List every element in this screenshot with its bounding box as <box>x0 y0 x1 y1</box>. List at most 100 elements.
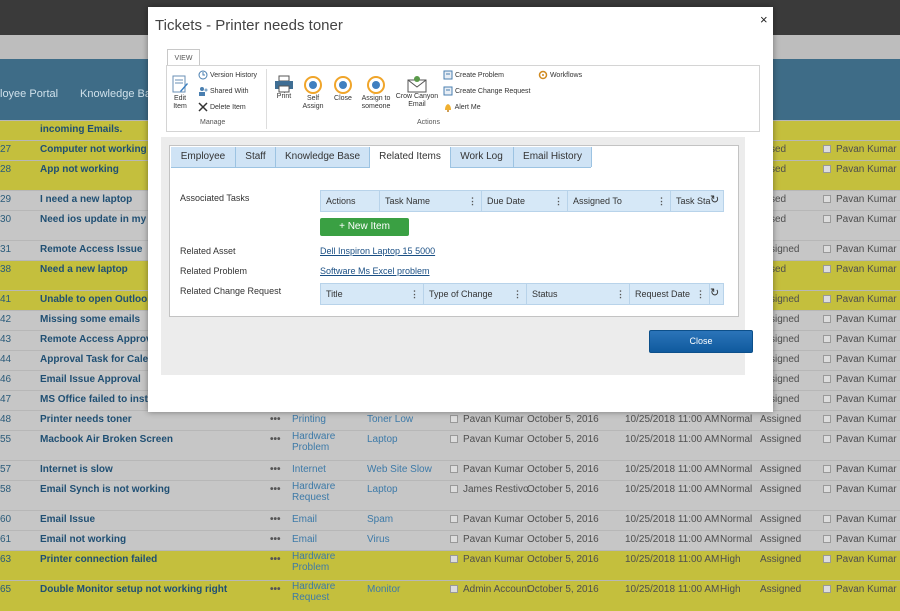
row-menu-icon[interactable]: ••• <box>270 414 281 425</box>
col-due-date[interactable]: Due Date ⋮ <box>482 191 568 211</box>
column-menu-icon[interactable]: ⋮ <box>513 284 522 304</box>
ticket-subcategory[interactable]: Laptop <box>367 434 398 445</box>
refresh-icon[interactable]: ↻ <box>710 286 719 299</box>
column-menu-icon[interactable]: ⋮ <box>554 191 563 211</box>
edit-item-button[interactable]: Edit Item <box>168 75 192 111</box>
ticket-title-link[interactable]: Macbook Air Broken Screen <box>40 434 173 445</box>
row-menu-icon[interactable]: ••• <box>270 434 281 445</box>
ticket-title-link[interactable]: I need a new laptop <box>40 194 132 205</box>
ticket-category[interactable]: Hardware Problem <box>292 551 342 573</box>
ticket-title-link[interactable]: Email Synch is not working <box>40 484 170 495</box>
new-item-button[interactable]: + New Item <box>320 218 409 236</box>
assign-to-someone-button[interactable]: Assign to someone <box>358 75 394 111</box>
tab-email-history[interactable]: Email History <box>514 147 592 167</box>
ticket-category[interactable]: Email <box>292 514 317 525</box>
column-menu-icon[interactable]: ⋮ <box>410 284 419 304</box>
ticket-row[interactable]: 58 Email Synch is not working ••• Hardware … <box>0 480 900 511</box>
create-problem-button[interactable]: Create Problem <box>443 70 504 80</box>
version-history-button[interactable]: Version History <box>198 70 257 80</box>
ticket-title-link[interactable]: Email Issue Approval <box>40 374 141 385</box>
row-menu-icon[interactable]: ••• <box>270 484 281 495</box>
ticket-title-link[interactable]: Email Issue <box>40 514 95 525</box>
row-menu-icon[interactable]: ••• <box>270 554 281 565</box>
workflows-button[interactable]: Workflows <box>538 70 582 80</box>
ticket-title-link[interactable]: Need a new laptop <box>40 264 128 275</box>
ticket-priority: Normal <box>720 464 753 475</box>
refresh-icon[interactable]: ↻ <box>710 193 719 206</box>
ticket-title-link[interactable]: Printer needs toner <box>40 414 132 425</box>
related-asset-link[interactable]: Dell Inspiron Laptop 15 5000 <box>320 246 435 256</box>
col-actions[interactable]: Actions <box>321 191 380 211</box>
shared-with-button[interactable]: Shared With <box>198 86 248 96</box>
ticket-row[interactable]: 63 Printer connection failed ••• Hardware P… <box>0 550 900 581</box>
ticket-title-link[interactable]: Email not working <box>40 534 126 545</box>
row-menu-icon[interactable]: ••• <box>270 584 281 595</box>
ticket-subcategory[interactable]: Virus <box>367 534 390 545</box>
ticket-owner: Pavan Kumar <box>823 264 897 275</box>
ticket-category[interactable]: Hardware Problem <box>292 431 342 453</box>
ticket-title-link[interactable]: Printer connection failed <box>40 554 157 565</box>
column-menu-icon[interactable]: ⋮ <box>616 284 625 304</box>
ticket-row[interactable]: 48 Printer needs toner ••• Printing Toner Lo… <box>0 410 900 431</box>
create-change-request-button[interactable]: Create Change Request <box>443 86 530 96</box>
ticket-title-link[interactable]: Missing some emails <box>40 314 140 325</box>
col-task-name[interactable]: Task Name ⋮ <box>380 191 482 211</box>
tab-knowledge-base[interactable]: Knowledge Base <box>276 147 370 167</box>
column-menu-icon[interactable]: ⋮ <box>468 191 477 211</box>
ticket-subcategory[interactable]: Web Site Slow <box>367 464 432 475</box>
ticket-owner: Pavan Kumar <box>823 244 897 255</box>
column-menu-icon[interactable]: ⋮ <box>696 284 705 304</box>
tab-employee[interactable]: Employee <box>171 147 236 167</box>
col-status-label: Status <box>532 289 558 299</box>
ticket-category[interactable]: Internet <box>292 464 326 475</box>
ticket-status: signed <box>770 394 800 405</box>
col-status[interactable]: Status ⋮ <box>527 284 630 304</box>
delete-item-button[interactable]: Delete Item <box>198 102 246 112</box>
ticket-title-link[interactable]: Unable to open Outlook i <box>40 294 158 305</box>
ticket-row[interactable]: 65 Double Monitor setup not working right… <box>0 580 900 611</box>
ticket-id: 31 <box>0 244 12 255</box>
checkbox-icon <box>450 485 458 494</box>
ticket-title-link[interactable]: Need ios update in my Ipl <box>40 214 161 225</box>
ticket-title-link[interactable]: Remote Access Issue <box>40 244 142 255</box>
ticket-category[interactable]: Email <box>292 534 317 545</box>
crow-canyon-email-button[interactable]: Crow Canyon Email <box>395 75 439 109</box>
tab-work-log[interactable]: Work Log <box>450 147 514 167</box>
ticket-row[interactable]: 57 Internet is slow ••• Internet Web Site Sl… <box>0 460 900 481</box>
col-title[interactable]: Title ⋮ <box>321 284 424 304</box>
ticket-title-link[interactable]: Computer not working <box>40 144 147 155</box>
nav-employee-portal[interactable]: loyee Portal <box>0 88 58 100</box>
row-menu-icon[interactable]: ••• <box>270 464 281 475</box>
ticket-category[interactable]: Hardware Request <box>292 581 342 603</box>
close-ticket-button[interactable]: Close <box>331 75 355 103</box>
col-request-date[interactable]: Request Date ⋮ <box>630 284 710 304</box>
ticket-title-link[interactable]: MS Office failed to install <box>40 394 159 405</box>
col-assigned-to[interactable]: Assigned To ⋮ <box>568 191 671 211</box>
nav-knowledge-base[interactable]: Knowledge Ba <box>80 88 151 100</box>
print-button[interactable]: Print <box>272 75 296 101</box>
ticket-row[interactable]: 55 Macbook Air Broken Screen ••• Hardware P… <box>0 430 900 461</box>
ticket-category[interactable]: Printing <box>292 414 326 425</box>
row-menu-icon[interactable]: ••• <box>270 534 281 545</box>
ticket-subcategory[interactable]: Laptop <box>367 484 398 495</box>
ticket-subcategory[interactable]: Toner Low <box>367 414 413 425</box>
col-type-of-change[interactable]: Type of Change ⋮ <box>424 284 527 304</box>
tab-related-items[interactable]: Related Items <box>369 147 451 168</box>
ticket-row[interactable]: 61 Email not working ••• Email Virus Pavan Ku… <box>0 530 900 551</box>
self-assign-button[interactable]: Self Assign <box>300 75 326 111</box>
alert-me-button[interactable]: Alert Me <box>443 102 481 112</box>
tab-staff[interactable]: Staff <box>236 147 276 167</box>
column-menu-icon[interactable]: ⋮ <box>657 191 666 211</box>
row-menu-icon[interactable]: ••• <box>270 514 281 525</box>
close-button[interactable]: Close <box>649 330 753 353</box>
ticket-title-link[interactable]: Internet is slow <box>40 464 113 475</box>
ticket-title-link[interactable]: Double Monitor setup not working right <box>40 584 227 595</box>
ticket-subcategory[interactable]: Monitor <box>367 584 400 595</box>
ticket-title-link[interactable]: App not working <box>40 164 119 175</box>
ticket-category[interactable]: Hardware Request <box>292 481 342 503</box>
ticket-subcategory[interactable]: Spam <box>367 514 393 525</box>
ticket-title-link[interactable]: incoming Emails. <box>40 124 122 135</box>
ticket-status: Assigned <box>760 434 802 445</box>
related-problem-link[interactable]: Software Ms Excel problem <box>320 266 430 276</box>
ticket-row[interactable]: 60 Email Issue ••• Email Spam Pavan Kumar Octo… <box>0 510 900 531</box>
